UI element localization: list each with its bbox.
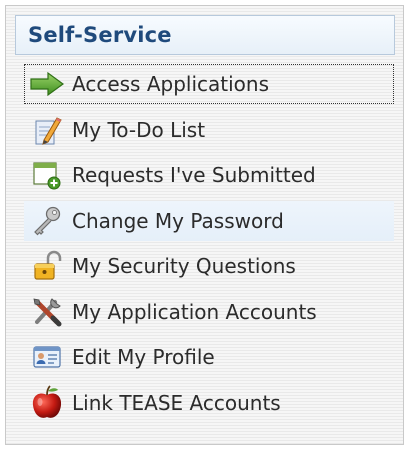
tools-icon	[28, 295, 66, 329]
menu-item-security-questions[interactable]: My Security Questions	[24, 246, 394, 286]
window-add-icon	[28, 158, 66, 192]
menu-item-label: Edit My Profile	[72, 345, 215, 369]
menu-item-label: Requests I've Submitted	[72, 163, 316, 187]
self-service-menu: Access Applications My To-Do List Reques…	[24, 64, 394, 428]
menu-item-application-accounts[interactable]: My Application Accounts	[24, 292, 394, 332]
self-service-panel: Self-Service Access Applications My To-D…	[5, 5, 404, 445]
green-arrow-icon	[28, 67, 66, 101]
menu-item-label: My To-Do List	[72, 117, 206, 142]
menu-item-label: My Security Questions	[72, 254, 296, 278]
apple-icon	[28, 384, 66, 420]
menu-item-label: My Application Accounts	[72, 299, 317, 324]
padlock-icon	[28, 249, 66, 283]
pencil-document-icon	[28, 113, 66, 147]
menu-item-link-tease-accounts[interactable]: Link TEASE Accounts	[24, 383, 394, 423]
key-icon	[28, 204, 66, 238]
panel-title: Self-Service	[15, 15, 395, 55]
menu-item-edit-profile[interactable]: Edit My Profile	[24, 337, 394, 377]
menu-item-access-applications[interactable]: Access Applications	[24, 64, 394, 104]
menu-item-label: Link TEASE Accounts	[72, 390, 281, 415]
menu-item-label: Change My Password	[72, 208, 284, 233]
menu-item-change-password[interactable]: Change My Password	[24, 200, 394, 241]
menu-item-my-to-do-list[interactable]: My To-Do List	[24, 110, 394, 150]
id-card-icon	[28, 340, 66, 374]
menu-item-label: Access Applications	[72, 72, 269, 96]
menu-item-requests-submitted[interactable]: Requests I've Submitted	[24, 155, 394, 195]
